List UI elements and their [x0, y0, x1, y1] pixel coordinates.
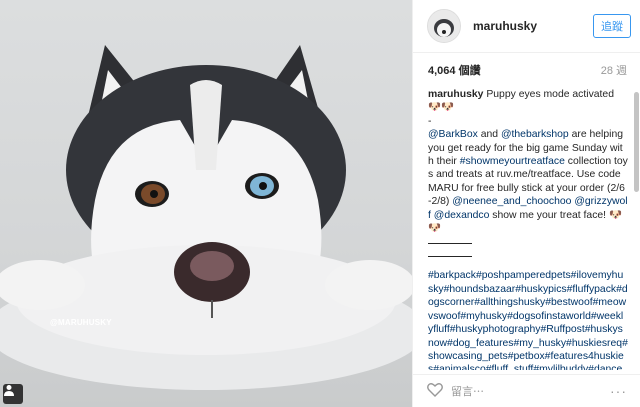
post-stats: 4,064 個讚 28 週 — [413, 53, 640, 87]
heart-icon[interactable] — [427, 382, 443, 400]
caption-text: and — [480, 129, 499, 141]
mention-link[interactable]: @BarkBox — [428, 129, 478, 140]
heart-glyph — [427, 382, 443, 397]
view-count[interactable]: 4,064 個讚 — [428, 62, 481, 78]
photo-watermark: @MARUHUSKY — [50, 318, 112, 327]
hashtag-link[interactable]: #showmeyourtreatface — [460, 156, 565, 167]
avatar[interactable] — [427, 9, 461, 43]
more-options-icon[interactable]: ··· — [610, 383, 627, 399]
mention-link[interactable]: @neenee_and_choochoo — [452, 196, 571, 207]
divider — [428, 256, 472, 258]
husky-illustration — [0, 45, 412, 390]
caption-author[interactable]: maruhusky — [428, 89, 483, 100]
post-footer: 留言⋯ ··· — [413, 374, 640, 407]
mention-link[interactable]: @dexandco — [434, 210, 490, 221]
caption: maruhusky Puppy eyes mode activated 🐶🐶 -… — [428, 88, 628, 370]
hashtag-list[interactable]: #barkpack#poshpamperedpets#ilovemyhusky#… — [428, 269, 628, 370]
post-side-panel: maruhusky 追蹤 4,064 個讚 28 週 maruhusky Pup… — [412, 0, 640, 407]
timestamp[interactable]: 28 週 — [601, 62, 627, 78]
post-header: maruhusky 追蹤 — [413, 0, 640, 53]
mention-link[interactable]: @thebarkshop — [501, 129, 569, 140]
divider — [428, 243, 472, 245]
username[interactable]: maruhusky — [473, 19, 593, 33]
comment-input[interactable]: 留言⋯ — [451, 383, 610, 399]
caption-dash: - — [428, 115, 432, 127]
follow-button[interactable]: 追蹤 — [593, 14, 631, 38]
scrollbar[interactable] — [634, 92, 639, 192]
person-glyph — [4, 385, 14, 396]
post-photo: @MARUHUSKY — [0, 0, 412, 407]
avatar-image — [428, 10, 460, 42]
person-tag-icon[interactable] — [3, 384, 23, 404]
